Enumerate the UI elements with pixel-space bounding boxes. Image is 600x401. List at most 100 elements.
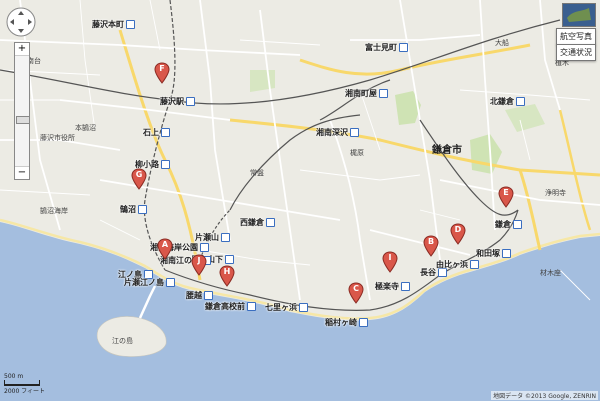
station-label: 片瀬山 [195, 233, 219, 242]
train-station-icon [247, 302, 256, 311]
station-fujisawa[interactable]: 藤沢駅 [160, 97, 195, 106]
station-yuigahama[interactable]: 由比ヶ浜 [436, 260, 479, 269]
train-station-icon [161, 160, 170, 169]
station-label: 片瀬江ノ島 [124, 278, 164, 287]
marker-d[interactable]: D [450, 223, 466, 245]
train-station-icon [166, 278, 175, 287]
marker-c[interactable]: C [348, 282, 364, 304]
station-ishigami[interactable]: 石上 [143, 128, 170, 137]
train-station-icon [221, 233, 230, 242]
label-enoshima-island: 江の島 [112, 337, 133, 345]
station-label: 稲村ヶ崎 [325, 318, 357, 327]
station-label: 藤沢駅 [160, 97, 184, 106]
station-label: 西鎌倉 [240, 218, 264, 227]
station-hase[interactable]: 長谷 [420, 268, 447, 277]
station-label: 富士見町 [365, 43, 397, 52]
station-shonan-machiya[interactable]: 湘南町屋 [345, 89, 388, 98]
train-station-icon [438, 268, 447, 277]
marker-i[interactable]: I [382, 251, 398, 273]
label-ofuna: 大船 [495, 39, 509, 47]
station-label: 由比ヶ浜 [436, 260, 468, 269]
zoom-out-button[interactable]: − [15, 166, 29, 179]
station-label: 腰越 [186, 291, 202, 300]
station-inamuragasaki[interactable]: 稲村ヶ崎 [325, 318, 368, 327]
label-zaimokuza: 材木座 [540, 269, 561, 277]
label-kugenuma-kaigan: 鵠沼海岸 [40, 207, 68, 215]
train-station-icon [138, 205, 147, 214]
station-label: 長谷 [420, 268, 436, 277]
station-gokurakuji[interactable]: 極楽寺 [375, 282, 410, 291]
marker-j[interactable]: J [191, 254, 207, 276]
station-kamakura[interactable]: 鎌倉 [495, 220, 522, 229]
train-station-icon [401, 282, 410, 291]
station-fujisawa-honmachi[interactable]: 藤沢本町 [92, 20, 135, 29]
train-station-icon [399, 43, 408, 52]
map-canvas[interactable]: 鎌倉市 藤沢駅 石上 柳小路 鵠沼 湘南海岸公園 江ノ島 腰越 鎌倉高校前 七里ヶ浜 稲村ヶ崎 極楽… [0, 0, 600, 401]
train-station-icon [359, 318, 368, 327]
train-station-icon [225, 255, 234, 264]
station-wadazuka[interactable]: 和田塚 [476, 249, 511, 258]
traffic-button[interactable]: 交通状況 [556, 44, 596, 61]
station-kugenuma[interactable]: 鵠沼 [120, 205, 147, 214]
marker-letter: G [135, 170, 143, 179]
station-shichirigahama[interactable]: 七里ヶ浜 [265, 303, 308, 312]
station-label: 極楽寺 [375, 282, 399, 291]
train-station-icon [502, 249, 511, 258]
zoom-in-button[interactable]: + [15, 43, 29, 56]
label-jomyoji: 浄明寺 [545, 189, 566, 197]
overview-thumbnail[interactable] [562, 3, 596, 27]
label-motomachi: 本鵠沼 [75, 124, 96, 132]
label-tokiwa: 常盤 [250, 169, 264, 177]
station-label: 北鎌倉 [490, 97, 514, 106]
station-kitakamakura[interactable]: 北鎌倉 [490, 97, 525, 106]
map-attribution: 地図データ ©2013 Google, ZENRIN [491, 391, 598, 400]
marker-f[interactable]: F [154, 62, 170, 84]
station-koshigoe[interactable]: 腰越 [186, 291, 213, 300]
train-station-icon [513, 220, 522, 229]
label-fujisawa-shiyakusho: 藤沢市役所 [40, 134, 75, 142]
marker-h[interactable]: H [219, 265, 235, 287]
marker-b[interactable]: B [423, 235, 439, 257]
aerial-photo-button[interactable]: 航空写真 [556, 28, 596, 45]
marker-letter: B [427, 237, 435, 246]
train-station-icon [204, 291, 213, 300]
station-kamakura-koko-mae[interactable]: 鎌倉高校前 [205, 302, 256, 311]
marker-g[interactable]: G [131, 168, 147, 190]
train-station-icon [186, 97, 195, 106]
train-station-icon [299, 303, 308, 312]
zoom-slider-track[interactable] [15, 56, 30, 166]
station-label: 湘南深沢 [316, 128, 348, 137]
station-nishi-kamakura[interactable]: 西鎌倉 [240, 218, 275, 227]
pan-control[interactable] [5, 6, 37, 38]
scale-bar: 500 m 2000 フィート [4, 373, 45, 395]
marker-e[interactable]: E [498, 186, 514, 208]
train-station-icon [161, 128, 170, 137]
train-station-icon [200, 243, 209, 252]
marker-letter: J [197, 256, 201, 265]
station-fujimicho[interactable]: 富士見町 [365, 43, 408, 52]
marker-letter: D [454, 225, 462, 234]
marker-letter: H [223, 267, 231, 276]
station-label: 鎌倉 [495, 220, 511, 229]
station-katase-yama[interactable]: 片瀬山 [195, 233, 230, 242]
station-shonan-fukasawa[interactable]: 湘南深沢 [316, 128, 359, 137]
train-station-icon [266, 218, 275, 227]
city-label-kamakura: 鎌倉市 [432, 145, 462, 156]
map-navigation-control: + − [5, 6, 37, 180]
station-label: 七里ヶ浜 [265, 303, 297, 312]
station-label: 鵠沼 [120, 205, 136, 214]
label-ueki: 植木 [555, 59, 569, 67]
zoom-slider-handle[interactable] [16, 116, 30, 124]
scale-metric-label: 500 m [4, 373, 24, 380]
train-station-icon [470, 260, 479, 269]
station-katase-enoshima[interactable]: 片瀬江ノ島 [124, 278, 175, 287]
marker-letter: F [159, 64, 165, 73]
marker-letter: E [503, 188, 509, 197]
marker-a[interactable]: A [157, 238, 173, 260]
station-label: 鎌倉高校前 [205, 302, 245, 311]
marker-letter: A [161, 240, 169, 249]
station-label: 石上 [143, 128, 159, 137]
train-station-icon [516, 97, 525, 106]
train-station-icon [379, 89, 388, 98]
train-station-icon [126, 20, 135, 29]
